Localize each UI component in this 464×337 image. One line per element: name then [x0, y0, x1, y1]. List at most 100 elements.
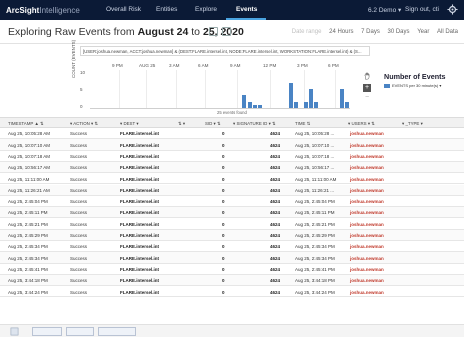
col-users[interactable]: ▾ USERS ▾ ⇅: [348, 121, 375, 127]
window-thumbnail[interactable]: [66, 327, 94, 336]
user-link[interactable]: joshua.newman: [350, 177, 384, 182]
dest-link[interactable]: FLARE.intersel.int: [120, 256, 159, 261]
chart-bar[interactable]: [288, 82, 293, 108]
export-icon[interactable]: [222, 27, 231, 36]
table-row[interactable]: Aug 25, 3:44:18 PM Success FLARE.intersel.…: [0, 274, 464, 287]
col-time[interactable]: TIME ⇅: [295, 121, 310, 127]
user-link[interactable]: joshua.newman: [350, 290, 384, 295]
grid-line: [335, 70, 336, 108]
table-row[interactable]: Aug 25, 10:07:18 AM Success FLARE.intersel…: [0, 151, 464, 162]
zoom-out-button[interactable]: −: [363, 94, 371, 102]
chart-bar[interactable]: [309, 89, 314, 108]
pan-hand-icon[interactable]: [363, 72, 371, 80]
col-timestamp[interactable]: TIMESTAMP ▲ ⇅: [8, 121, 44, 127]
dest-link[interactable]: FLARE.intersel.int: [120, 154, 159, 159]
dest-link[interactable]: FLARE.intersel.int: [120, 267, 159, 272]
dest-link[interactable]: FLARE.intersel.int: [120, 188, 159, 193]
signout-link[interactable]: Sign out, cti: [405, 6, 439, 13]
signature-id-cell: 4624: [270, 233, 281, 239]
table-row[interactable]: Aug 25, 10:07:10 AM Success FLARE.intersel…: [0, 139, 464, 151]
chart-bar[interactable]: [340, 89, 345, 108]
table-row[interactable]: Aug 25, 3:44:24 PM Success FLARE.intersel.…: [0, 286, 464, 298]
calendar-icon[interactable]: [209, 27, 218, 36]
dest-link[interactable]: FLARE.intersel.int: [120, 131, 159, 136]
legend-series-dropdown[interactable]: EVENTS per 30 minute(s) ▾: [392, 83, 441, 88]
window-thumbnail[interactable]: [32, 327, 62, 336]
dest-link[interactable]: FLARE.intersel.int: [120, 143, 159, 148]
range-year[interactable]: Year: [417, 29, 429, 35]
dest-link[interactable]: FLARE.intersel.int: [120, 290, 159, 295]
chart-bar[interactable]: [242, 95, 247, 108]
table-row[interactable]: Aug 25, 10:56:17 AM Success FLARE.intersel…: [0, 161, 464, 174]
dest-link[interactable]: FLARE.intersel.int: [120, 222, 159, 227]
action-cell: Success: [70, 153, 88, 159]
sid-cell: 0: [222, 221, 225, 227]
user-link[interactable]: joshua.newman: [350, 256, 384, 261]
user-link[interactable]: joshua.newman: [350, 278, 384, 283]
dest-link[interactable]: FLARE.intersel.int: [120, 210, 159, 215]
col-dest[interactable]: ▾ DEST ▾: [120, 121, 139, 127]
zoom-in-button[interactable]: +: [363, 84, 371, 92]
sid-cell: 0: [222, 289, 225, 295]
dest-link[interactable]: FLARE.intersel.int: [120, 233, 159, 238]
timestamp-cell: Aug 25, 2:45:29 PM: [8, 233, 48, 239]
sort-icon[interactable]: ⇅ ▾: [178, 121, 185, 127]
range-24-hours[interactable]: 24 Hours: [329, 29, 353, 35]
table-row[interactable]: Aug 25, 11:11:00 AM Success FLARE.intersel…: [0, 173, 464, 185]
table-row[interactable]: Aug 25, 2:45:21 PM Success FLARE.intersel.…: [0, 218, 464, 230]
table-row[interactable]: Aug 25, 11:26:21 AM Success FLARE.intersel…: [0, 184, 464, 196]
dest-link[interactable]: FLARE.intersel.int: [120, 278, 159, 283]
range-date-range[interactable]: Date range: [292, 29, 322, 35]
brand-logo[interactable]: ArcSightIntelligence: [6, 6, 80, 15]
brand-name: ArcSight: [6, 5, 40, 15]
range-all-data[interactable]: All Data: [437, 29, 458, 35]
user-link[interactable]: joshua.newman: [350, 244, 384, 249]
user-link[interactable]: joshua.newman: [350, 233, 384, 238]
sort-icon: ⇅: [272, 121, 276, 126]
dest-link[interactable]: FLARE.intersel.int: [120, 199, 159, 204]
dest-link[interactable]: FLARE.intersel.int: [120, 244, 159, 249]
col-sid[interactable]: SID ▾ ⇅: [205, 121, 221, 127]
table-row[interactable]: Aug 25, 2:45:41 PM Success FLARE.intersel.…: [0, 264, 464, 275]
title-date-from[interactable]: August 24: [138, 26, 189, 38]
tab-explore[interactable]: Explore: [195, 6, 217, 13]
x-tick-label: 3 PM: [297, 63, 308, 68]
user-link[interactable]: joshua.newman: [350, 188, 384, 193]
user-link[interactable]: joshua.newman: [350, 210, 384, 215]
user-link[interactable]: joshua.newman: [350, 154, 384, 159]
table-row[interactable]: Aug 25, 10:05:28 AM Success FLARE.intersel…: [0, 128, 464, 140]
range-7-days[interactable]: 7 Days: [361, 29, 380, 35]
legend-title: Number of Events: [384, 72, 446, 81]
user-link[interactable]: joshua.newman: [350, 143, 384, 148]
col-action[interactable]: ▾ ACTION ▾ ⇅: [70, 121, 98, 127]
signature-id-cell: 4624: [270, 131, 281, 137]
tab-overall-risk[interactable]: Overall Risk: [106, 6, 141, 13]
range-30-days[interactable]: 30 Days: [388, 29, 410, 35]
col-type[interactable]: ▾ _TYPE ▾: [402, 121, 423, 127]
app-icon[interactable]: [10, 327, 19, 336]
user-link[interactable]: joshua.newman: [350, 267, 384, 272]
table-row[interactable]: Aug 25, 2:45:11 PM Success FLARE.intersel.…: [0, 207, 464, 219]
timestamp-cell: Aug 25, 10:07:10 AM: [8, 142, 51, 148]
gear-icon[interactable]: [447, 4, 458, 15]
tab-events[interactable]: Events: [236, 6, 257, 13]
col-signature-id[interactable]: ▾ SIGNATURE ID ▾ ⇅: [233, 121, 276, 127]
dest-link[interactable]: FLARE.intersel.int: [120, 177, 159, 182]
signature-id-cell: 4624: [270, 244, 281, 250]
sid-cell: 0: [222, 187, 225, 193]
query-input[interactable]: [USER:joshua.newman, ACCT:joshua.newman]…: [80, 46, 370, 56]
tab-entities[interactable]: Entities: [156, 6, 177, 13]
user-link[interactable]: joshua.newman: [350, 165, 384, 170]
top-nav: ArcSightIntelligence Overall Risk Entiti…: [0, 0, 464, 20]
user-link[interactable]: joshua.newman: [350, 199, 384, 204]
dest-link[interactable]: FLARE.intersel.int: [120, 165, 159, 170]
demo-menu[interactable]: 6.2 Demo ▾: [368, 6, 401, 14]
table-row[interactable]: Aug 25, 2:45:34 PM Success FLARE.intersel.…: [0, 252, 464, 264]
table-row[interactable]: Aug 25, 2:45:29 PM Success FLARE.intersel.…: [0, 229, 464, 241]
user-link[interactable]: joshua.newman: [350, 131, 384, 136]
table-row[interactable]: Aug 25, 2:45:34 PM Success FLARE.intersel.…: [0, 241, 464, 253]
sort-icon: ⇅: [306, 121, 311, 126]
table-row[interactable]: Aug 25, 2:45:04 PM Success FLARE.intersel.…: [0, 196, 464, 208]
user-link[interactable]: joshua.newman: [350, 222, 384, 227]
window-thumbnail[interactable]: [98, 327, 136, 336]
